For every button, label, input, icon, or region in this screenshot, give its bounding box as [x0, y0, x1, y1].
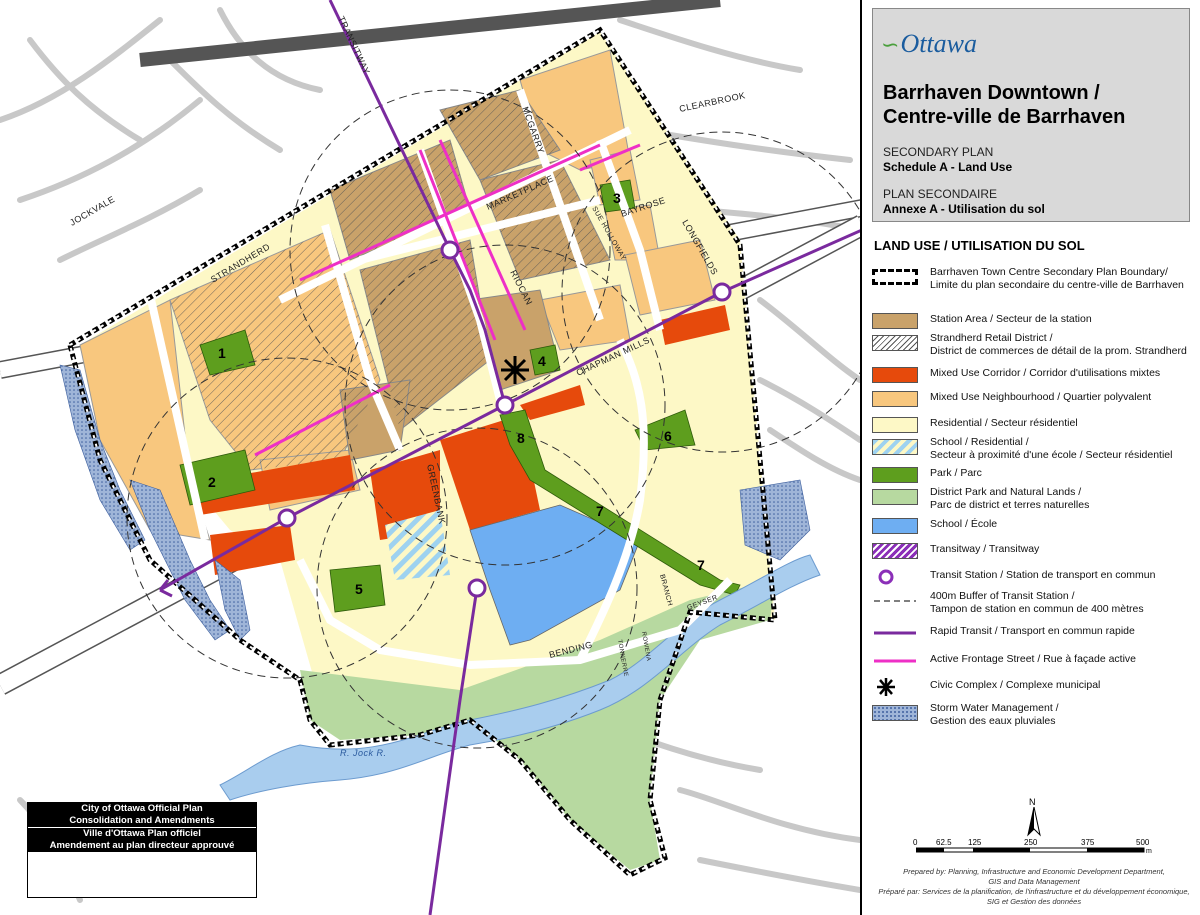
legend-label: Transitway / Transitway [930, 543, 1040, 555]
legend-label: Park / Parc [930, 467, 982, 479]
consolidation-line: City of Ottawa Official Plan [28, 803, 256, 815]
park-label: 8 [517, 430, 525, 446]
legend-label: Strandherd Retail District / District de… [930, 332, 1187, 357]
legend-label: Civic Complex / Complexe municipal [930, 679, 1101, 691]
station-chapman-mills [495, 395, 515, 415]
park-label: 5 [355, 581, 363, 597]
station-longfields [712, 282, 732, 302]
legend-swatch [872, 439, 918, 455]
north-arrow: N [1024, 797, 1044, 837]
station-marketplace [440, 240, 460, 260]
ottawa-logo-text: Ottawa [900, 29, 978, 58]
scale-tick: 62.5 [936, 838, 952, 847]
transit-station-icon [878, 569, 894, 585]
plan-type-fr: PLAN SECONDAIRE [883, 187, 998, 201]
map-title-fr: Centre-ville de Barrhaven [883, 106, 1126, 128]
station-west [277, 508, 297, 528]
legend-swatch [872, 543, 918, 559]
park-label: 3 [613, 190, 621, 206]
consolidation-line: Amendement au plan directeur approuvé [28, 840, 256, 852]
buffer-line-icon [874, 600, 916, 602]
road-label-jockvale: JOCKVALE [68, 194, 117, 228]
legend-swatch [872, 335, 918, 351]
schedule-en: Schedule A - Land Use [883, 160, 1013, 174]
legend-label: Rapid Transit / Transport en commun rapi… [930, 625, 1135, 637]
rapid-transit-line-icon [874, 631, 916, 635]
river-label: R. Jock R. [340, 748, 387, 758]
legend-item-strandherd-retail: Strandherd Retail District / District de… [872, 332, 1192, 360]
legend-label: Active Frontage Street / Rue à façade ac… [930, 653, 1137, 665]
north-arrow-icon [1027, 807, 1041, 837]
legend-item-rapid-transit: Rapid Transit / Transport en commun rapi… [872, 622, 1192, 650]
scale-tick: 250 [1024, 838, 1038, 847]
legend-item-school: School / École [872, 515, 1192, 543]
park-label: 4 [538, 353, 546, 369]
scale-tick: 500 [1136, 838, 1150, 847]
station-greenbank [467, 578, 487, 598]
ottawa-logo-icon: ∽ [881, 32, 900, 57]
legend-item-storm-water: Storm Water Management / Gestion des eau… [872, 702, 1192, 730]
credits-line: Prepared by: Planning, Infrastructure an… [903, 867, 1165, 876]
legend-item-buffer: 400m Buffer of Transit Station / Tampon … [872, 590, 1192, 618]
park-label: 2 [208, 474, 216, 490]
legend-swatch [872, 467, 918, 483]
legend-swatch [872, 367, 918, 383]
legend-label: Residential / Secteur résidentiel [930, 417, 1078, 429]
legend-heading: LAND USE / UTILISATION DU SOL [874, 238, 1085, 253]
legend-swatch [872, 705, 918, 721]
active-frontage-line-icon [874, 659, 916, 663]
ottawa-logo: ∽Ottawa [881, 29, 977, 59]
credits-line: GIS and Data Management [988, 877, 1080, 886]
scale-tick: 375 [1081, 838, 1095, 847]
title-block: ∽Ottawa Barrhaven Downtown / Centre-vill… [872, 8, 1190, 222]
consolidation-box: City of Ottawa Official Plan Consolidati… [27, 802, 257, 898]
map-canvas: 1 2 3 4 5 6 7 7 8 TRANSITWAY STRANDHERD … [0, 0, 860, 915]
consolidation-line: Consolidation and Amendments [28, 815, 256, 827]
park-label: 7 [596, 503, 604, 519]
legend-label: Storm Water Management / Gestion des eau… [930, 702, 1059, 727]
legend-swatch [872, 313, 918, 329]
scale-unit: m [1146, 848, 1152, 855]
legend-item-school-residential: School / Residential / Secteur à proximi… [872, 436, 1192, 464]
legend-item-active-frontage: Active Frontage Street / Rue à façade ac… [872, 650, 1192, 678]
legend-label: School / Residential / Secteur à proximi… [930, 436, 1173, 461]
legend-label: Station Area / Secteur de la station [930, 313, 1092, 325]
north-arrow-label: N [1029, 797, 1036, 807]
plan-type-en: SECONDARY PLAN [883, 145, 994, 159]
legend-item-district-park: District Park and Natural Lands / Parc d… [872, 486, 1192, 514]
legend-label: School / École [930, 518, 998, 530]
land-use-map: 1 2 3 4 5 6 7 7 8 TRANSITWAY STRANDHERD … [0, 0, 862, 915]
legend-label: Mixed Use Corridor / Corridor d'utilisat… [930, 367, 1161, 379]
road-label-clearbrook: CLEARBROOK [678, 90, 746, 114]
park-label: 1 [218, 345, 226, 361]
consolidation-line: Ville d'Ottawa Plan officiel [28, 828, 256, 840]
schedule-fr: Annexe A - Utilisation du sol [883, 202, 1045, 216]
scale-bar: 0 62.5 125 250 375 500 m [913, 838, 1152, 864]
park-label: 7 [697, 557, 705, 573]
legend-swatch [872, 518, 918, 534]
scale-tick: 0 [913, 838, 918, 847]
legend-label: Mixed Use Neighbourhood / Quartier polyv… [930, 391, 1152, 403]
legend-swatch [872, 417, 918, 433]
map-title: Barrhaven Downtown / [883, 82, 1100, 104]
credits-line: Préparé par: Services de la planificatio… [878, 887, 1190, 896]
legend-label: Transit Station / Station de transport e… [930, 569, 1156, 581]
legend-item-civic-complex: Civic Complex / Complexe municipal [872, 676, 1192, 704]
credits: Prepared by: Planning, Infrastructure an… [874, 867, 1194, 907]
legend-label: Barrhaven Town Centre Secondary Plan Bou… [930, 266, 1184, 291]
legend-item-mixed-use-neighbourhood: Mixed Use Neighbourhood / Quartier polyv… [872, 388, 1192, 416]
legend-swatch [872, 391, 918, 407]
legend-item-transitway: Transitway / Transitway [872, 540, 1192, 568]
legend-label: 400m Buffer of Transit Station / Tampon … [930, 590, 1144, 615]
legend-item-boundary: Barrhaven Town Centre Secondary Plan Bou… [872, 266, 1192, 294]
scale-tick: 125 [968, 838, 982, 847]
legend-swatch [872, 269, 918, 285]
legend-label: District Park and Natural Lands / Parc d… [930, 486, 1090, 511]
park-label: 6 [664, 428, 672, 444]
civic-complex-icon [501, 356, 529, 384]
civic-complex-legend-icon [877, 678, 895, 696]
credits-line: SIG et Gestion des données [986, 897, 1082, 906]
legend-panel: ∽Ottawa Barrhaven Downtown / Centre-vill… [864, 0, 1200, 915]
legend-swatch [872, 489, 918, 505]
